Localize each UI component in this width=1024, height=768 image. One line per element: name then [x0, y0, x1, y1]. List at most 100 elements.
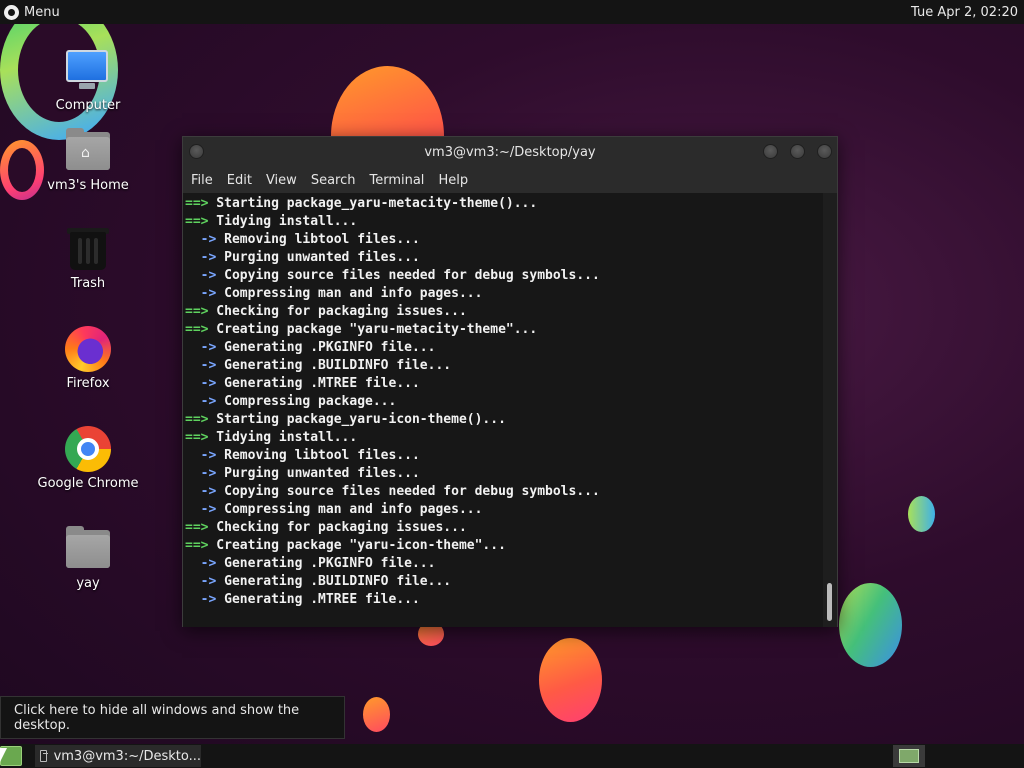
desktop-icon-trash[interactable]: Trash [33, 226, 143, 291]
terminal-line-prefix: -> [185, 502, 217, 517]
desktop-icon-home[interactable]: ⌂ vm3's Home [33, 128, 143, 193]
scrollbar-thumb[interactable] [827, 583, 832, 621]
folder-icon [65, 526, 111, 572]
terminal-line: -> Compressing man and info pages... [185, 285, 825, 303]
bottom-panel: vm3@vm3:~/Deskto... [0, 744, 1024, 768]
clock[interactable]: Tue Apr 2, 02:20 [911, 5, 1020, 20]
wallpaper-orange-blob-low [363, 697, 390, 732]
terminal-line-text: Generating .PKGINFO file... [216, 556, 436, 571]
desktop-icon-label: yay [76, 576, 100, 591]
menu-button[interactable]: Menu [4, 4, 60, 20]
desktop-icon-yay[interactable]: yay [33, 526, 143, 591]
terminal-line-prefix: ==> [185, 304, 209, 319]
terminal-icon [40, 750, 48, 762]
desktop-icon-computer[interactable]: Computer [33, 48, 143, 113]
terminal-line: ==> Starting package_yaru-icon-theme()..… [185, 411, 825, 429]
terminal-line-prefix: -> [185, 376, 217, 391]
terminal-line-text: Purging unwanted files... [216, 466, 420, 481]
terminal-line: -> Generating .MTREE file... [185, 591, 825, 609]
workspace-switcher[interactable] [893, 745, 925, 767]
terminal-line-prefix: -> [185, 466, 217, 481]
terminal-line-prefix: -> [185, 340, 217, 355]
terminal-line: -> Generating .BUILDINFO file... [185, 573, 825, 591]
terminal-line: ==> Tidying install... [185, 213, 825, 231]
wallpaper-orange-blob-mid [539, 638, 602, 722]
terminal-scrollbar[interactable] [823, 193, 837, 627]
terminal-line: -> Removing libtool files... [185, 231, 825, 249]
menu-file[interactable]: File [191, 173, 221, 188]
terminal-line: -> Compressing package... [185, 393, 825, 411]
menu-help[interactable]: Help [438, 173, 476, 188]
maximize-button[interactable] [790, 144, 805, 159]
terminal-output[interactable]: ==> Starting package_yaru-metacity-theme… [183, 193, 825, 627]
wallpaper-green-blob-small [908, 496, 935, 532]
terminal-line: ==> Tidying install... [185, 429, 825, 447]
desktop-icon-label: Computer [55, 98, 121, 113]
menu-label: Menu [24, 4, 60, 20]
terminal-line-prefix: -> [185, 268, 217, 283]
terminal-line-text: Checking for packaging issues... [208, 304, 467, 319]
terminal-line-text: Generating .BUILDINFO file... [216, 358, 452, 373]
terminal-line-text: Creating package "yaru-icon-theme"... [208, 538, 506, 553]
terminal-line-text: Tidying install... [208, 214, 358, 229]
top-panel: Menu Tue Apr 2, 02:20 [0, 0, 1024, 24]
window-title: vm3@vm3:~/Desktop/yay [424, 144, 596, 160]
desktop-icon-firefox[interactable]: Firefox [33, 326, 143, 391]
terminal-line-text: Compressing man and info pages... [216, 286, 483, 301]
terminal-line-prefix: ==> [185, 214, 209, 229]
window-titlebar[interactable]: vm3@vm3:~/Desktop/yay [183, 137, 837, 167]
firefox-icon [65, 326, 111, 372]
terminal-line-prefix: -> [185, 358, 217, 373]
trash-icon [65, 226, 111, 272]
chrome-icon [65, 426, 111, 472]
terminal-line-text: Compressing man and info pages... [216, 502, 483, 517]
terminal-line-prefix: ==> [185, 538, 209, 553]
terminal-line-prefix: -> [185, 484, 217, 499]
taskbar-item-terminal[interactable]: vm3@vm3:~/Deskto... [35, 745, 201, 767]
terminal-line-text: Purging unwanted files... [216, 250, 420, 265]
desktop-icon-chrome[interactable]: Google Chrome [33, 426, 143, 491]
terminal-window[interactable]: vm3@vm3:~/Desktop/yay File Edit View Sea… [182, 136, 838, 627]
terminal-line-prefix: ==> [185, 520, 209, 535]
terminal-line-text: Generating .MTREE file... [216, 592, 420, 607]
terminal-line: ==> Creating package "yaru-metacity-them… [185, 321, 825, 339]
terminal-line-text: Tidying install... [208, 430, 358, 445]
minimize-button[interactable] [763, 144, 778, 159]
terminal-line: ==> Checking for packaging issues... [185, 519, 825, 537]
desktop-icon-label: Firefox [66, 376, 110, 391]
terminal-line: -> Copying source files needed for debug… [185, 267, 825, 285]
terminal-line-text: Creating package "yaru-metacity-theme"..… [208, 322, 538, 337]
terminal-line-prefix: -> [185, 232, 217, 247]
terminal-line-prefix: ==> [185, 430, 209, 445]
terminal-line-text: Generating .MTREE file... [216, 376, 420, 391]
desktop-icon-label: Google Chrome [37, 476, 139, 491]
terminal-line: -> Copying source files needed for debug… [185, 483, 825, 501]
menu-terminal[interactable]: Terminal [369, 173, 432, 188]
terminal-line: -> Generating .PKGINFO file... [185, 339, 825, 357]
mouse-cursor-icon [0, 748, 7, 762]
terminal-line-text: Checking for packaging issues... [208, 520, 467, 535]
menu-icon [4, 4, 19, 20]
terminal-line-prefix: ==> [185, 196, 209, 211]
terminal-line-prefix: -> [185, 448, 217, 463]
terminal-line: -> Removing libtool files... [185, 447, 825, 465]
terminal-line: ==> Starting package_yaru-metacity-theme… [185, 195, 825, 213]
terminal-line-prefix: -> [185, 574, 217, 589]
close-button[interactable] [817, 144, 832, 159]
workspace-1[interactable] [899, 749, 919, 763]
terminal-menubar: File Edit View Search Terminal Help [183, 167, 837, 193]
terminal-line-prefix: -> [185, 394, 217, 409]
menu-view[interactable]: View [266, 173, 305, 188]
terminal-line-prefix: ==> [185, 412, 209, 427]
terminal-line: ==> Checking for packaging issues... [185, 303, 825, 321]
desktop-icon-label: Trash [70, 276, 106, 291]
terminal-line: -> Generating .BUILDINFO file... [185, 357, 825, 375]
terminal-line-text: Generating .BUILDINFO file... [216, 574, 452, 589]
window-menu-icon[interactable] [189, 144, 204, 159]
menu-search[interactable]: Search [311, 173, 364, 188]
terminal-line: ==> Creating package "yaru-icon-theme"..… [185, 537, 825, 555]
terminal-line-text: Removing libtool files... [216, 232, 420, 247]
terminal-line-text: Starting package_yaru-icon-theme()... [208, 412, 506, 427]
terminal-line-text: Copying source files needed for debug sy… [216, 484, 600, 499]
menu-edit[interactable]: Edit [227, 173, 260, 188]
